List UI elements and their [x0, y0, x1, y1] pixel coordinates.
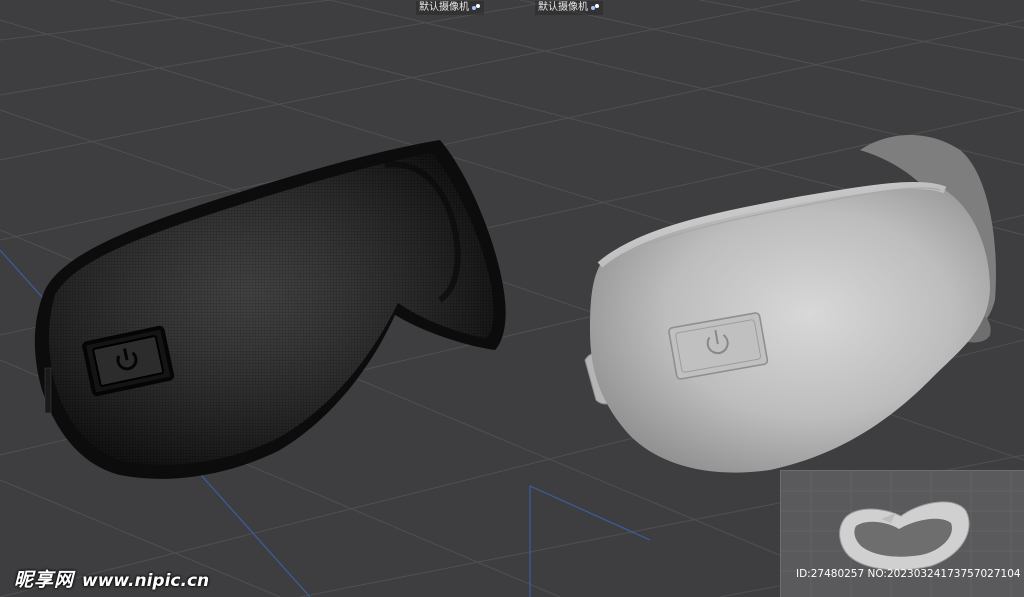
- watermark-url: www.nipic.cn: [82, 571, 210, 591]
- watermark-brand: 昵享网: [14, 569, 75, 591]
- 3d-viewport[interactable]: 默认摄像机 默认摄像机 ID:27480257 NO:2023032417375…: [0, 0, 1024, 597]
- watermark: 昵享网 www.nipic.cn: [14, 565, 209, 592]
- image-id-text: ID:27480257 NO:20230324173757027104: [796, 568, 1021, 580]
